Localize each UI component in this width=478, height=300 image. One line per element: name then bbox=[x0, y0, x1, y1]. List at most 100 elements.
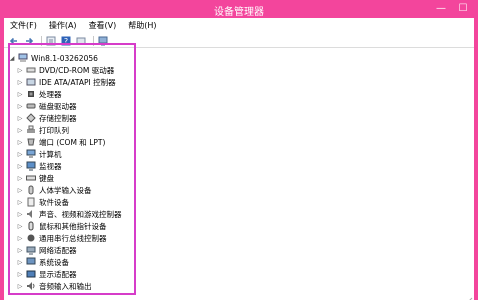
tree-item-label: 计算机 bbox=[39, 149, 62, 159]
collapse-arrow-icon[interactable]: ◢ bbox=[8, 55, 16, 62]
tree-item[interactable]: ▷ 处理器 bbox=[16, 88, 62, 100]
tree-item[interactable]: ▷ 磁盘驱动器 bbox=[16, 100, 77, 112]
expand-arrow-icon[interactable]: ▷ bbox=[16, 91, 24, 98]
monitor-icon[interactable] bbox=[97, 35, 109, 47]
window-title: 设备管理器 bbox=[214, 7, 264, 18]
expand-arrow-icon[interactable]: ▷ bbox=[16, 283, 24, 290]
tree-item[interactable]: ▷ 显示适配器 bbox=[16, 268, 77, 280]
expand-arrow-icon[interactable]: ▷ bbox=[16, 163, 24, 170]
expand-arrow-icon[interactable]: ▷ bbox=[16, 259, 24, 266]
expand-arrow-icon[interactable]: ▷ bbox=[16, 115, 24, 122]
svg-text:?: ? bbox=[64, 37, 68, 46]
maximize-button[interactable]: ☐ bbox=[452, 0, 474, 17]
tree-item[interactable]: ▷ 系统设备 bbox=[16, 256, 69, 268]
help-icon[interactable]: ? bbox=[60, 35, 72, 47]
tree-item[interactable]: ▷ 网络适配器 bbox=[16, 244, 77, 256]
monitor-icon bbox=[26, 161, 36, 171]
expand-arrow-icon[interactable]: ▷ bbox=[16, 175, 24, 182]
disc-drive-icon bbox=[26, 65, 36, 75]
expand-arrow-icon[interactable]: ▷ bbox=[16, 235, 24, 242]
tree-item[interactable]: ▷ 监视器 bbox=[16, 160, 62, 172]
tree-item[interactable]: ▷ 声音、视频和游戏控制器 bbox=[16, 208, 122, 220]
resize-grip-icon[interactable] bbox=[465, 290, 473, 300]
tree-item-label: 声音、视频和游戏控制器 bbox=[39, 209, 122, 219]
mouse-icon bbox=[26, 221, 36, 231]
tree-item-label: 网络适配器 bbox=[39, 245, 77, 255]
tree-item[interactable]: ▷ 音频输入和输出 bbox=[16, 280, 92, 292]
back-icon[interactable] bbox=[8, 35, 20, 47]
menu-file[interactable]: 文件(F) bbox=[4, 18, 43, 34]
tree-item-label: 鼠标和其他指针设备 bbox=[39, 221, 107, 231]
expand-arrow-icon[interactable]: ▷ bbox=[16, 139, 24, 146]
menu-action[interactable]: 操作(A) bbox=[43, 18, 83, 34]
tree-item-label: 存储控制器 bbox=[39, 113, 77, 123]
forward-icon[interactable] bbox=[23, 35, 35, 47]
usb-icon bbox=[26, 233, 36, 243]
tree-item-label: 处理器 bbox=[39, 89, 62, 99]
audio-icon bbox=[26, 281, 36, 291]
tree-item[interactable]: ▷ 鼠标和其他指针设备 bbox=[16, 220, 107, 232]
menu-bar: 文件(F) 操作(A) 查看(V) 帮助(H) bbox=[4, 18, 474, 34]
tree-item[interactable]: ▷ 通用串行总线控制器 bbox=[16, 232, 107, 244]
tree-item-label: 监视器 bbox=[39, 161, 62, 171]
tree-item[interactable]: ▷ 人体学输入设备 bbox=[16, 184, 92, 196]
system-device-icon bbox=[26, 257, 36, 267]
expand-arrow-icon[interactable]: ▷ bbox=[16, 199, 24, 206]
tree-item-label: 打印队列 bbox=[39, 125, 69, 135]
printer-icon bbox=[26, 125, 36, 135]
display-adapter-icon bbox=[26, 269, 36, 279]
tree-item-label: 磁盘驱动器 bbox=[39, 101, 77, 111]
expand-arrow-icon[interactable]: ▷ bbox=[16, 67, 24, 74]
tree-item[interactable]: ▷ 软件设备 bbox=[16, 196, 69, 208]
tree-item-label: 通用串行总线控制器 bbox=[39, 233, 107, 243]
expand-arrow-icon[interactable]: ▷ bbox=[16, 127, 24, 134]
computer-icon bbox=[18, 53, 28, 63]
tree-item-label: 人体学输入设备 bbox=[39, 185, 92, 195]
hid-icon bbox=[26, 185, 36, 195]
tree-root[interactable]: ◢ Win8.1-03262056 bbox=[8, 52, 98, 64]
toolbar: ? bbox=[4, 34, 474, 48]
menu-view[interactable]: 查看(V) bbox=[83, 18, 123, 34]
tree-item-label: DVD/CD-ROM 驱动器 bbox=[39, 65, 115, 75]
expand-arrow-icon[interactable]: ▷ bbox=[16, 187, 24, 194]
tree-item[interactable]: ▷ 计算机 bbox=[16, 148, 62, 160]
toolbar-separator bbox=[41, 35, 42, 46]
expand-arrow-icon[interactable]: ▷ bbox=[16, 247, 24, 254]
tree-item-label: 显示适配器 bbox=[39, 269, 77, 279]
minimize-button[interactable]: — bbox=[430, 0, 452, 17]
computer-icon bbox=[26, 149, 36, 159]
tree-item[interactable]: ▷ 键盘 bbox=[16, 172, 54, 184]
tree-item-label: 系统设备 bbox=[39, 257, 69, 267]
tree-item[interactable]: ▷ IDE ATA/ATAPI 控制器 bbox=[16, 76, 116, 88]
expand-arrow-icon[interactable]: ▷ bbox=[16, 79, 24, 86]
tree-item[interactable]: ▷ 打印队列 bbox=[16, 124, 69, 136]
keyboard-icon bbox=[26, 173, 36, 183]
tree-item-label: IDE ATA/ATAPI 控制器 bbox=[39, 77, 116, 87]
disk-drive-icon bbox=[26, 101, 36, 111]
tree-item[interactable]: ▷ 存储控制器 bbox=[16, 112, 77, 124]
port-icon bbox=[26, 137, 36, 147]
software-device-icon bbox=[26, 197, 36, 207]
expand-arrow-icon[interactable]: ▷ bbox=[16, 271, 24, 278]
tree-item-label: 键盘 bbox=[39, 173, 54, 183]
tree-item-label: 音频输入和输出 bbox=[39, 281, 92, 291]
tree-root-label: Win8.1-03262056 bbox=[31, 53, 98, 63]
window-frame-right bbox=[474, 18, 478, 300]
sound-icon bbox=[26, 209, 36, 219]
expand-arrow-icon[interactable]: ▷ bbox=[16, 211, 24, 218]
toolbar-separator bbox=[93, 35, 94, 46]
expand-arrow-icon[interactable]: ▷ bbox=[16, 223, 24, 230]
expand-arrow-icon[interactable]: ▷ bbox=[16, 151, 24, 158]
ide-controller-icon bbox=[26, 77, 36, 87]
properties-icon[interactable] bbox=[45, 35, 57, 47]
tree-item[interactable]: ▷ 端口 (COM 和 LPT) bbox=[16, 136, 106, 148]
expand-arrow-icon[interactable]: ▷ bbox=[16, 103, 24, 110]
tree-item-label: 端口 (COM 和 LPT) bbox=[39, 137, 106, 147]
tree-item[interactable]: ▷ DVD/CD-ROM 驱动器 bbox=[16, 64, 115, 76]
menu-help[interactable]: 帮助(H) bbox=[122, 18, 162, 34]
update-icon[interactable] bbox=[75, 35, 87, 47]
storage-controller-icon bbox=[26, 113, 36, 123]
network-icon bbox=[26, 245, 36, 255]
processor-icon bbox=[26, 89, 36, 99]
tree-item-label: 软件设备 bbox=[39, 197, 69, 207]
